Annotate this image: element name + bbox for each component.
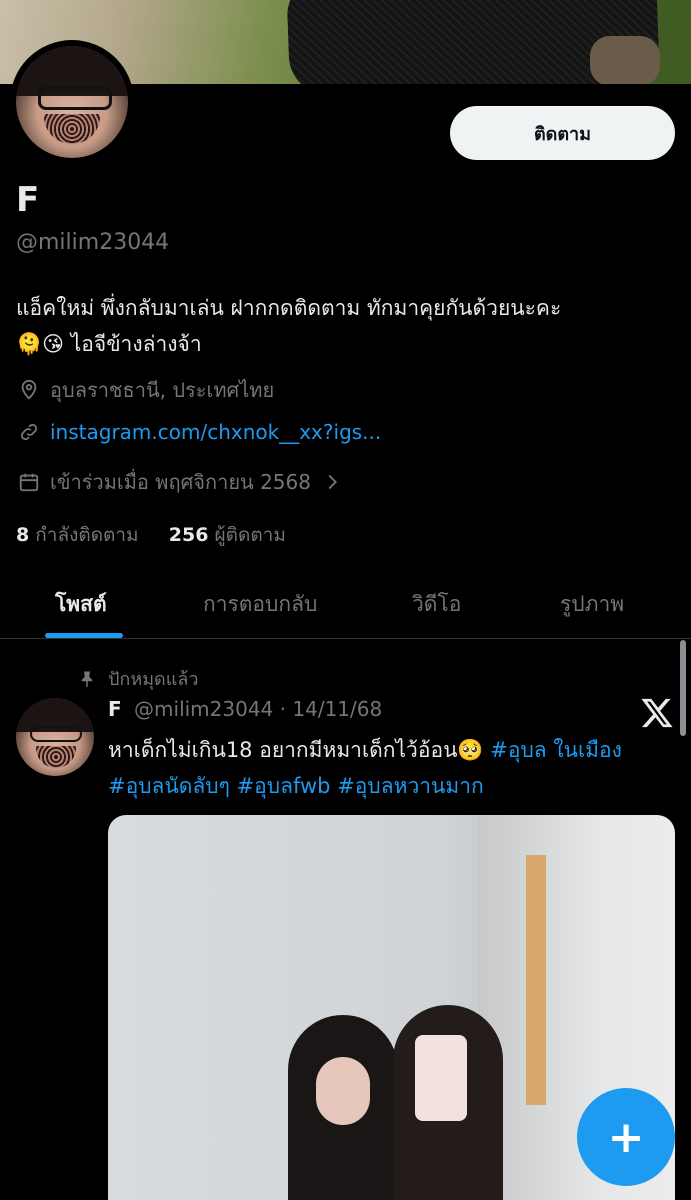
- profile-handle: @milim23044: [16, 230, 170, 255]
- tab-replies[interactable]: การตอบกลับ: [203, 588, 317, 621]
- post-header: F @milim23044 · 14/11/68: [108, 697, 382, 721]
- followers-label: ผู้ติดตาม: [214, 524, 286, 546]
- x-logo-icon: [641, 698, 673, 728]
- post-date[interactable]: 14/11/68: [292, 697, 382, 721]
- media-person-1: [288, 1015, 398, 1200]
- link-icon: [20, 423, 38, 441]
- post-body: หาเด็กไม่เกิน18 อยากมีหมาเด็กไว้อ้อน🥺: [108, 738, 484, 762]
- hashtag-link[interactable]: #อุบลหวานมาก: [337, 774, 484, 798]
- compose-button[interactable]: +: [577, 1088, 675, 1186]
- post-author-avatar[interactable]: [16, 698, 94, 776]
- profile-avatar[interactable]: [10, 40, 134, 164]
- hashtag-link[interactable]: #อุบลfwb: [237, 774, 331, 798]
- tab-videos[interactable]: วิดีโอ: [412, 588, 461, 621]
- plus-icon: +: [607, 1111, 645, 1163]
- followers-count: 256: [168, 524, 209, 546]
- bio-emoji: 🫠😘: [16, 332, 65, 356]
- profile-bio: แอ็คใหม่ พึ่งกลับมาเล่น ฝากกดติดตาม ทักม…: [16, 290, 676, 362]
- calendar-icon: [19, 473, 39, 492]
- tab-photos[interactable]: รูปภาพ: [560, 588, 624, 621]
- pinned-label: ปักหมุดแล้ว: [108, 669, 199, 690]
- pin-icon: [81, 671, 93, 687]
- followers-stat[interactable]: 256 ผู้ติดตาม: [169, 524, 286, 546]
- bio-line-1: แอ็คใหม่ พึ่งกลับมาเล่น ฝากกดติดตาม ทักม…: [16, 296, 562, 320]
- tab-posts[interactable]: โพสต์: [55, 588, 107, 621]
- follow-button[interactable]: ติดตาม: [450, 106, 675, 160]
- post-text: หาเด็กไม่เกิน18 อยากมีหมาเด็กไว้อ้อน🥺 #อ…: [108, 732, 668, 804]
- bio-line-2: ไอจีข้างล่างจ้า: [64, 332, 202, 356]
- post-author-handle[interactable]: @milim23044: [134, 697, 273, 721]
- avatar-image: [16, 46, 128, 158]
- follow-stats: 8 กำลังติดตาม 256 ผู้ติดตาม: [16, 520, 286, 550]
- banner-hand: [590, 36, 660, 84]
- media-poster: [526, 855, 546, 1105]
- pinned-indicator: ปักหมุดแล้ว: [78, 664, 198, 693]
- active-tab-indicator: [45, 633, 123, 638]
- location-text: อุบลราชธานี, ประเทศไทย: [50, 378, 275, 402]
- profile-tabs: โพสต์ การตอบกลับ วิดีโอ รูปภาพ: [0, 570, 691, 639]
- media-person-2: [393, 1005, 503, 1200]
- joined-text: เข้าร่วมเมื่อ พฤศจิกายน 2568: [50, 470, 311, 494]
- location-row: อุบลราชธานี, ประเทศไทย: [18, 374, 274, 406]
- post-author-name[interactable]: F: [108, 697, 122, 721]
- hashtag-link[interactable]: #อุบลนัดลับๆ: [108, 774, 230, 798]
- joined-row[interactable]: เข้าร่วมเมื่อ พฤศจิกายน 2568: [18, 466, 343, 498]
- link-row[interactable]: instagram.com/chxnok__xx?igs...: [18, 420, 381, 444]
- following-label: กำลังติดตาม: [35, 524, 139, 546]
- following-count: 8: [16, 524, 30, 546]
- location-pin-icon: [21, 379, 37, 400]
- chevron-right-icon: [328, 474, 337, 490]
- profile-name: F: [16, 180, 40, 220]
- hashtag-link[interactable]: #อุบล ในเมือง: [490, 738, 622, 762]
- profile-link[interactable]: instagram.com/chxnok__xx?igs...: [50, 420, 381, 444]
- post-separator: ·: [279, 697, 287, 721]
- scrollbar[interactable]: [680, 640, 686, 736]
- following-stat[interactable]: 8 กำลังติดตาม: [16, 524, 139, 546]
